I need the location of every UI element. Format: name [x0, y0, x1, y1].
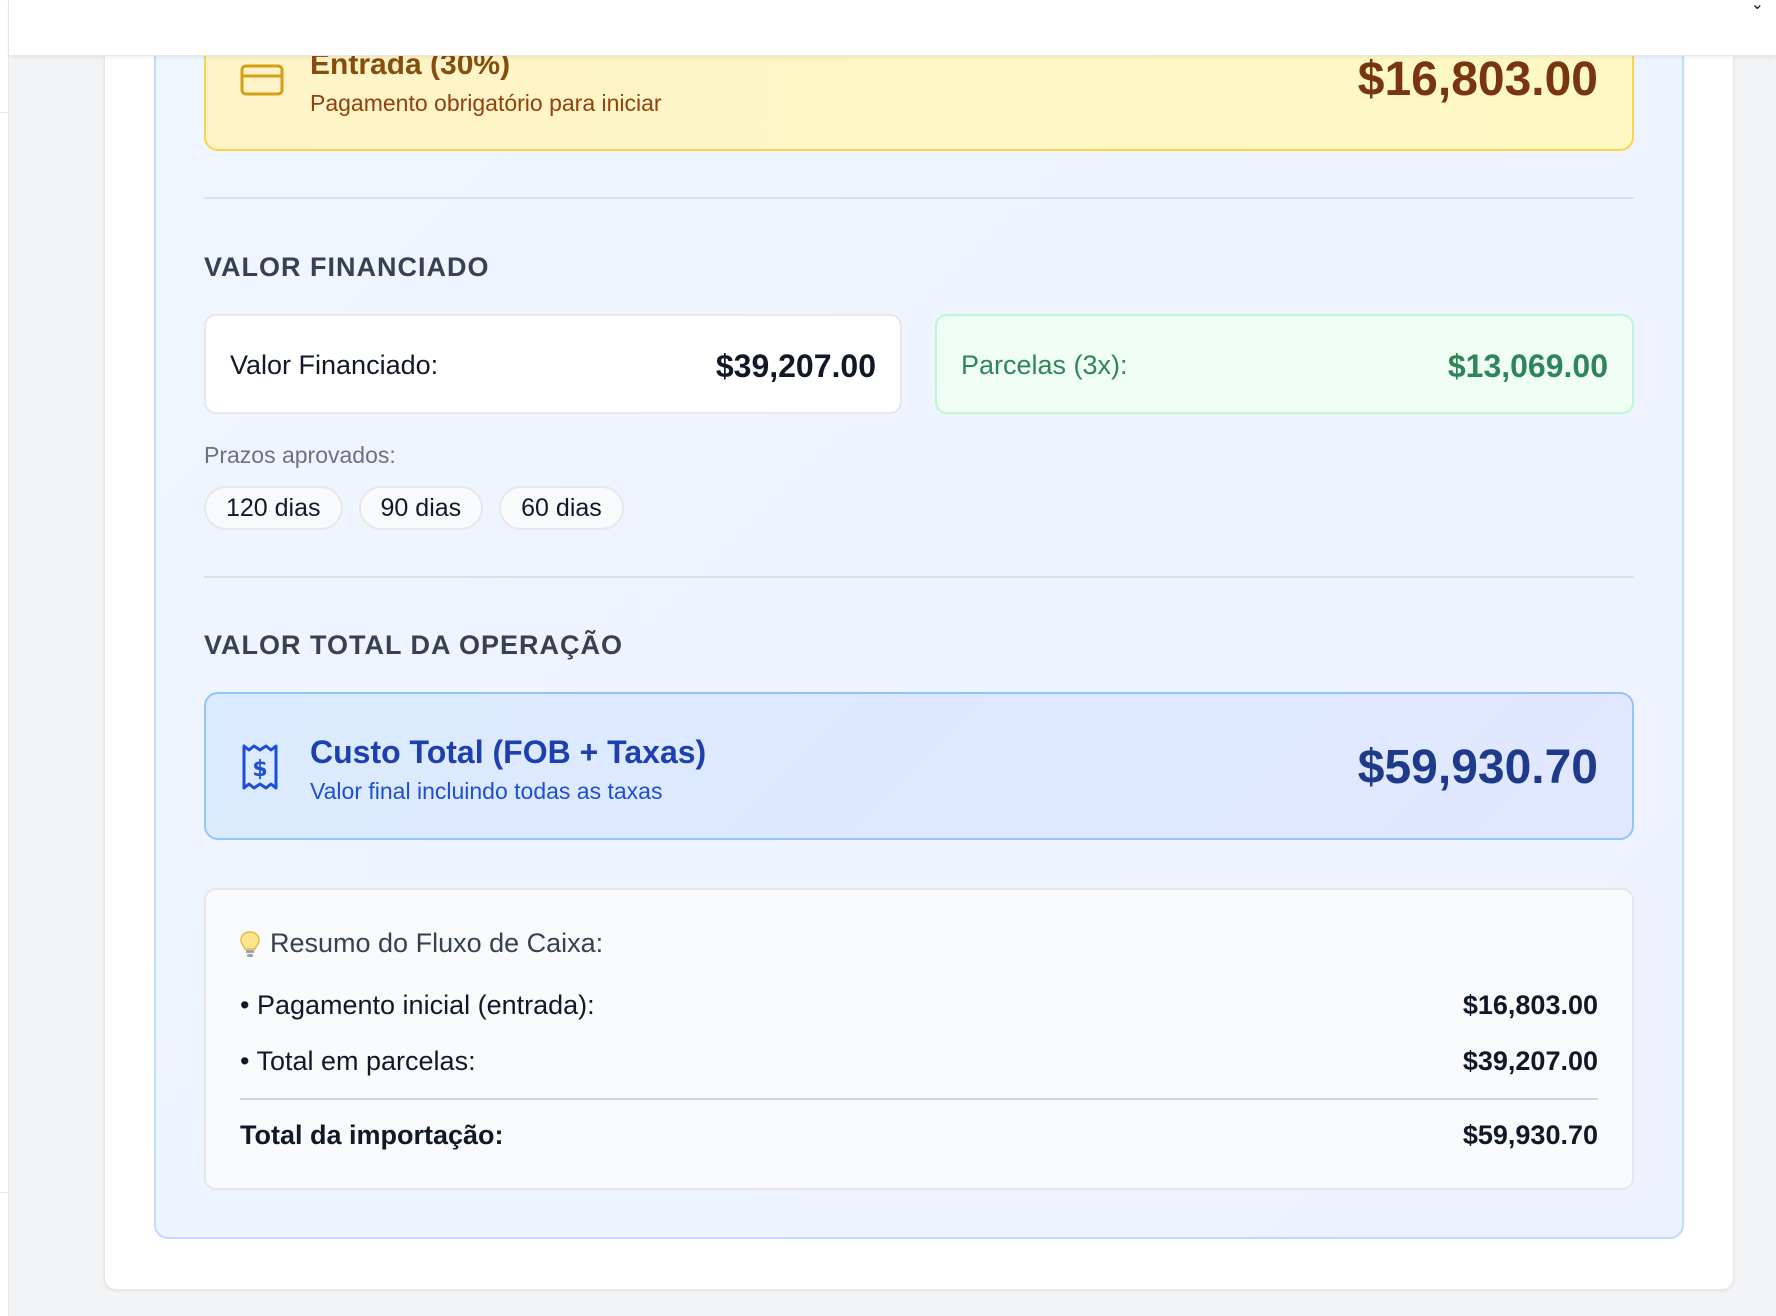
summary-row-label: • Total em parcelas:	[240, 1046, 476, 1076]
section-title-financed: VALOR FINANCIADO	[204, 252, 490, 282]
chevron-down-icon[interactable]: ⌄	[1751, 0, 1764, 14]
section-divider	[204, 197, 1634, 199]
financed-amount-label: Valor Financiado:	[230, 350, 439, 380]
total-cost-title: Custo Total (FOB + Taxas)	[310, 734, 707, 770]
cash-flow-summary-heading: Resumo do Fluxo de Caixa:	[240, 928, 603, 959]
term-chip: 120 dias	[204, 486, 343, 530]
svg-text:$: $	[252, 757, 267, 782]
summary-row-value: $39,207.00	[1462, 1046, 1598, 1076]
left-sidebar-edge	[0, 0, 9, 1316]
summary-total-value: $59,930.70	[1462, 1120, 1598, 1150]
summary-row-value: $16,803.00	[1462, 990, 1598, 1020]
total-cost-subtitle: Valor final incluindo todas as taxas	[310, 778, 663, 804]
summary-row-label: • Pagamento inicial (entrada):	[240, 990, 595, 1020]
term-chip: 60 dias	[499, 486, 624, 530]
lightbulb-icon	[240, 930, 260, 957]
receipt-dollar-icon: $	[242, 744, 278, 790]
approved-terms-list: 120 dias 90 dias 60 dias	[204, 486, 624, 530]
cash-flow-summary-title: Resumo do Fluxo de Caixa:	[270, 928, 604, 958]
summary-total-row: Total da importação: $59,930.70	[240, 1120, 1598, 1151]
summary-divider	[240, 1098, 1598, 1100]
total-cost-value: $59,930.70	[1357, 741, 1598, 794]
term-chip: 90 dias	[358, 486, 484, 530]
installments-value: $13,069.00	[1447, 348, 1608, 384]
total-cost-card: $ Custo Total (FOB + Taxas) Valor final …	[204, 692, 1634, 840]
top-bar: ⌄	[9, 0, 1776, 56]
installments-card: Parcelas (3x): $13,069.00	[935, 314, 1634, 414]
down-payment-subtitle: Pagamento obrigatório para iniciar	[310, 90, 662, 116]
summary-total-label: Total da importação:	[240, 1120, 504, 1150]
summary-row: • Total em parcelas: $39,207.00	[240, 1046, 1598, 1077]
credit-card-icon	[240, 64, 284, 96]
down-payment-value: $16,803.00	[1357, 53, 1598, 106]
section-divider	[204, 576, 1634, 578]
financed-amount-value: $39,207.00	[715, 348, 876, 384]
approved-terms-label: Prazos aprovados:	[204, 442, 396, 468]
summary-row: • Pagamento inicial (entrada): $16,803.0…	[240, 990, 1598, 1021]
cash-flow-summary-card: Resumo do Fluxo de Caixa: • Pagamento in…	[204, 888, 1634, 1190]
installments-label: Parcelas (3x):	[961, 350, 1128, 380]
financed-amount-card: Valor Financiado: $39,207.00	[204, 314, 902, 414]
section-title-total: VALOR TOTAL DA OPERAÇÃO	[204, 630, 624, 660]
